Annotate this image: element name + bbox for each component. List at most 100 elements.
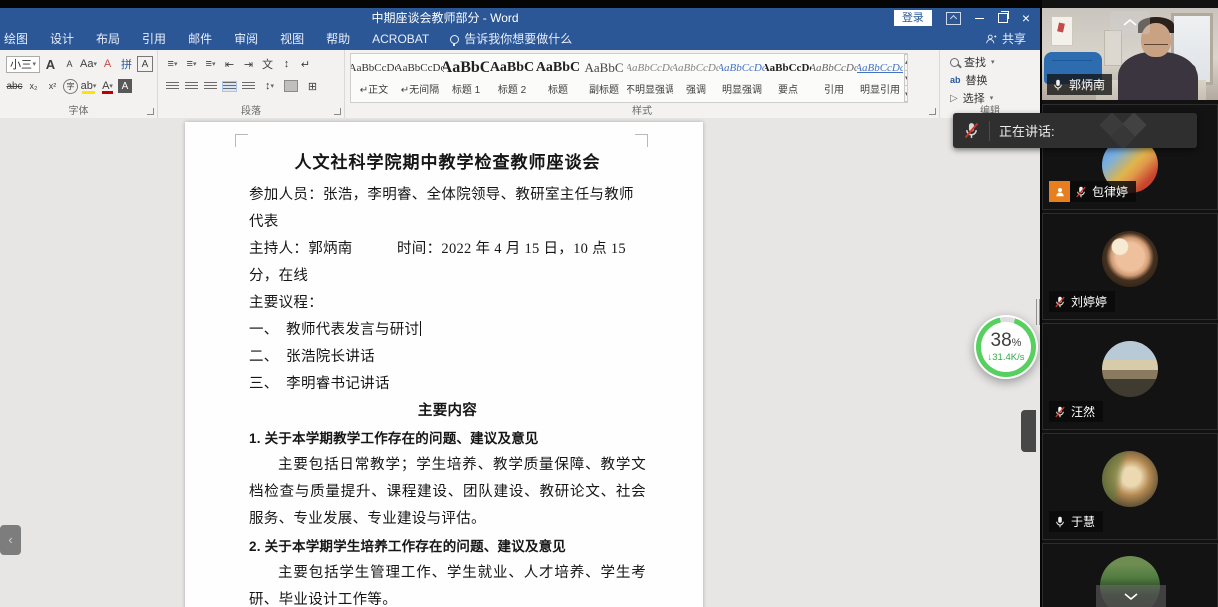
replace-icon: ab — [950, 75, 961, 85]
borders-icon[interactable]: ⊞ — [304, 77, 321, 95]
align-left-icon[interactable] — [166, 82, 179, 91]
tab-references[interactable]: 引用 — [131, 28, 177, 50]
divider — [989, 121, 990, 141]
grow-font-icon[interactable]: A — [42, 55, 59, 73]
paragraph-dialog-launcher-icon[interactable] — [334, 108, 341, 115]
participant-tile[interactable]: 刘婷婷 — [1042, 213, 1218, 320]
style-subtle-emphasis[interactable]: AaBbCcDc不明显强调 — [627, 54, 673, 102]
replace-button[interactable]: ab 替换 — [950, 72, 1032, 88]
tell-me-box[interactable]: 告诉我你想要做什么 — [440, 28, 582, 50]
styles-gallery-more-icon[interactable]: ▾ — [904, 86, 908, 102]
participant-label: 于慧 — [1049, 511, 1103, 532]
avatar — [1102, 341, 1158, 397]
document-page[interactable]: 人文社科学院期中教学检查教师座谈会 参加人员：张浩，李明睿、全体院领导、教研室主… — [185, 122, 703, 607]
tab-design[interactable]: 设计 — [39, 28, 85, 50]
change-case-icon[interactable]: Aa▾ — [80, 55, 97, 73]
shading-icon[interactable] — [284, 80, 298, 92]
font-dialog-launcher-icon[interactable] — [147, 108, 154, 115]
microphone-icon — [1054, 515, 1066, 529]
numbering-icon[interactable]: ≡▾ — [183, 55, 200, 73]
tab-layout[interactable]: 布局 — [85, 28, 131, 50]
microphone-icon — [1052, 78, 1064, 92]
line-spacing-icon[interactable]: ↕▾ — [261, 77, 278, 95]
scroll-more-participants-button[interactable] — [1096, 585, 1166, 607]
styles-scroll-down-icon[interactable]: ▾ — [904, 71, 908, 87]
decrease-indent-icon[interactable]: ⇤ — [221, 55, 238, 73]
collapse-left-button[interactable]: ‹ — [0, 525, 21, 555]
close-icon[interactable]: × — [1022, 8, 1030, 28]
tab-help[interactable]: 帮助 — [315, 28, 361, 50]
phonetic-guide-icon[interactable]: 拼 — [118, 55, 135, 73]
character-border-icon[interactable]: A — [137, 56, 153, 72]
subscript-icon[interactable]: x₂ — [25, 77, 42, 95]
clear-formatting-icon[interactable]: A — [99, 55, 116, 73]
progress-percent: 38 — [991, 330, 1012, 351]
asian-layout-icon[interactable]: 文 — [259, 55, 276, 73]
font-color-icon[interactable]: A▾ — [99, 77, 116, 95]
doc-title: 人文社科学院期中教学检查教师座谈会 — [249, 148, 646, 178]
panel-drag-handle[interactable] — [1036, 299, 1040, 325]
enclose-character-icon[interactable]: 字 — [63, 79, 78, 94]
distribute-icon[interactable] — [242, 82, 255, 91]
now-speaking-label: 正在讲话: — [999, 121, 1055, 140]
style-quote[interactable]: AaBbCcDc引用 — [811, 54, 857, 102]
strikethrough-icon[interactable]: abc — [6, 77, 23, 95]
font-size-select[interactable]: 小三 ▾ — [6, 56, 40, 73]
doc-topic-2: 2. 关于本学期学生培养工作存在的问题、建议及意见 — [249, 533, 646, 560]
multilevel-list-icon[interactable]: ≡▾ — [202, 55, 219, 73]
shrink-font-icon[interactable]: A — [61, 55, 78, 73]
paragraph-group-label: 段落 — [158, 102, 344, 117]
increase-indent-icon[interactable]: ⇥ — [240, 55, 257, 73]
style-heading1[interactable]: AaBbC标题 1 — [443, 54, 489, 102]
bullets-icon[interactable]: ≡▾ — [164, 55, 181, 73]
speaker-video-tile[interactable]: 郭炳南 — [1042, 8, 1218, 100]
character-shading-icon[interactable]: A — [118, 79, 132, 93]
restore-icon[interactable] — [998, 13, 1008, 23]
align-center-icon[interactable] — [185, 82, 198, 91]
share-button[interactable]: 共享 — [974, 28, 1040, 50]
styles-scroll: ▴ ▾ ▾ — [904, 54, 908, 102]
doc-topic-1: 1. 关于本学期教学工作存在的问题、建议及意见 — [249, 425, 646, 452]
tab-mailings[interactable]: 邮件 — [177, 28, 223, 50]
chevron-down-icon — [1123, 592, 1139, 601]
justify-icon[interactable] — [223, 82, 236, 91]
text-highlight-icon[interactable]: ab▾ — [80, 77, 97, 95]
style-subtitle[interactable]: AaBbC副标题 — [581, 54, 627, 102]
window-title: 中期座谈会教师部分 - Word — [0, 8, 890, 28]
style-intense-emphasis[interactable]: AaBbCcDc明显强调 — [719, 54, 765, 102]
style-normal[interactable]: AaBbCcDc↵正文 — [351, 54, 397, 102]
download-progress-badge[interactable]: 38% ↓31.4K/s — [974, 315, 1038, 379]
tab-view[interactable]: 视图 — [269, 28, 315, 50]
sort-icon[interactable]: ↕ — [278, 55, 295, 73]
login-button[interactable]: 登录 — [894, 10, 932, 26]
participant-label: 包律婷 — [1049, 181, 1136, 202]
style-title[interactable]: AaBbC标题 — [535, 54, 581, 102]
ribbon-display-options-icon[interactable] — [946, 12, 961, 25]
show-marks-icon[interactable]: ↵ — [297, 55, 314, 73]
align-right-icon[interactable] — [204, 82, 217, 91]
superscript-icon[interactable]: x² — [44, 77, 61, 95]
styles-gallery: AaBbCcDc↵正文 AaBbCcDc↵无间隔 AaBbC标题 1 AaBbC… — [350, 53, 908, 103]
participant-tile[interactable]: 汪然 — [1042, 323, 1218, 430]
minimize-icon[interactable] — [975, 18, 984, 19]
style-emphasis[interactable]: AaBbCcDc强调 — [673, 54, 719, 102]
tab-acrobat[interactable]: ACROBAT — [361, 28, 440, 50]
share-person-icon — [985, 33, 997, 45]
doc-topic-1-body: 主要包括日常教学；学生培养、教学质量保障、教学文档检查与质量提升、课程建设、团队… — [249, 452, 646, 533]
speaker-body — [1118, 52, 1198, 100]
style-no-spacing[interactable]: AaBbCcDc↵无间隔 — [397, 54, 443, 102]
tab-draw[interactable]: 绘图 — [0, 28, 39, 50]
collapse-video-button[interactable] — [1110, 11, 1150, 34]
styles-scroll-up-icon[interactable]: ▴ — [904, 54, 908, 71]
participant-tile[interactable]: 于慧 — [1042, 433, 1218, 540]
style-intense-quote[interactable]: AaBbCcDc明显引用 — [857, 54, 903, 102]
style-heading2[interactable]: AaBbC标题 2 — [489, 54, 535, 102]
vertical-scrollbar-thumb[interactable] — [1021, 410, 1036, 452]
wall-art — [1051, 16, 1073, 46]
tab-review[interactable]: 审阅 — [223, 28, 269, 50]
participant-tile[interactable] — [1042, 543, 1218, 607]
style-strong[interactable]: AaBbCcDc要点 — [765, 54, 811, 102]
styles-dialog-launcher-icon[interactable] — [929, 108, 936, 115]
ribbon-tabs: 绘图 设计 布局 引用 邮件 审阅 视图 帮助 ACROBAT 告诉我你想要做什… — [0, 28, 1040, 50]
find-button[interactable]: 查找 ▾ — [950, 54, 1032, 70]
